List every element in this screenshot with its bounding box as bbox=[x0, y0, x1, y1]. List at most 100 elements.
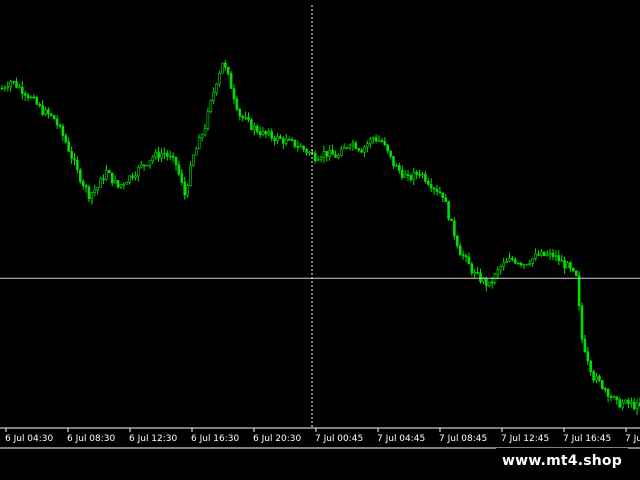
candle-body bbox=[328, 149, 332, 157]
candle-body bbox=[145, 164, 149, 167]
candle-body bbox=[73, 158, 76, 161]
candle-body bbox=[171, 155, 175, 158]
candle-body bbox=[258, 131, 262, 136]
candle-body bbox=[354, 142, 358, 149]
candle-body bbox=[606, 388, 610, 397]
candle-body bbox=[87, 186, 91, 200]
candle-body bbox=[70, 150, 73, 159]
candle-body bbox=[18, 86, 21, 89]
candle-body bbox=[293, 139, 297, 147]
candle-body bbox=[615, 396, 619, 400]
candle-body bbox=[131, 175, 134, 178]
candle-body bbox=[551, 252, 555, 257]
candle-body bbox=[534, 253, 537, 259]
candle-body bbox=[502, 262, 506, 267]
candle-body bbox=[557, 255, 561, 262]
candle-body bbox=[357, 148, 361, 151]
candle-body bbox=[316, 159, 320, 162]
time-tick-label: 7 Jul 04:45 bbox=[377, 434, 425, 444]
candle-body bbox=[313, 153, 317, 162]
candle-body bbox=[406, 174, 410, 176]
candle-body bbox=[363, 146, 366, 153]
candle-body bbox=[513, 259, 517, 264]
candle-body bbox=[163, 152, 166, 155]
candle-body bbox=[339, 148, 343, 156]
candle-body bbox=[525, 263, 529, 266]
candle-body bbox=[586, 351, 590, 362]
candle-body bbox=[516, 262, 520, 265]
candle-body bbox=[600, 380, 604, 389]
candle-body bbox=[9, 81, 12, 87]
candle-body bbox=[215, 83, 218, 93]
candle-body bbox=[49, 113, 53, 116]
candle-body bbox=[589, 360, 593, 372]
candle-body bbox=[221, 62, 224, 74]
candle-body bbox=[15, 81, 18, 88]
candle-body bbox=[44, 109, 47, 115]
candle-body bbox=[209, 100, 213, 112]
candle-body bbox=[334, 154, 337, 158]
candle-body bbox=[116, 180, 120, 188]
candle-body bbox=[284, 138, 288, 144]
candle-body bbox=[438, 191, 442, 194]
candle-body bbox=[206, 111, 210, 129]
candle-body bbox=[342, 147, 346, 150]
candle-body bbox=[624, 399, 627, 404]
candle-body bbox=[540, 251, 543, 256]
candle-body bbox=[108, 170, 111, 174]
candle-body bbox=[264, 131, 268, 135]
candle-body bbox=[424, 173, 427, 182]
candle-body bbox=[281, 138, 285, 144]
candle-body bbox=[467, 256, 471, 265]
candle-body bbox=[508, 258, 511, 262]
candle-body bbox=[81, 181, 85, 186]
price-chart[interactable]: 6 Jul 04:30 6 Jul 08:30 6 Jul 12:30 6 Jul 1… bbox=[0, 0, 640, 480]
candle-body bbox=[290, 139, 294, 141]
candle-body bbox=[299, 145, 303, 148]
candle-body bbox=[368, 138, 372, 144]
candle-body bbox=[226, 66, 230, 74]
candle-body bbox=[598, 376, 601, 381]
candle-body bbox=[276, 136, 279, 142]
candle-body bbox=[322, 151, 326, 158]
candle-body bbox=[592, 371, 595, 381]
candle-body bbox=[609, 396, 613, 398]
candle-body bbox=[371, 137, 375, 140]
candle-body bbox=[389, 150, 392, 157]
candle-body bbox=[47, 109, 50, 115]
candle-body bbox=[545, 253, 549, 256]
candle-body bbox=[366, 143, 369, 148]
candle-body bbox=[429, 184, 433, 189]
candle-body bbox=[461, 254, 465, 257]
candle-body bbox=[435, 188, 439, 193]
candle-body bbox=[531, 258, 535, 264]
candle-body bbox=[180, 173, 184, 183]
candle-body bbox=[67, 141, 70, 152]
candle-body bbox=[392, 156, 395, 167]
candle-body bbox=[93, 189, 97, 193]
candle-body bbox=[267, 131, 271, 135]
candle-body bbox=[157, 151, 160, 159]
candle-body bbox=[128, 175, 131, 183]
candles-layer bbox=[0, 60, 640, 415]
candle-body bbox=[110, 172, 114, 184]
candle-body bbox=[395, 165, 398, 167]
candle-body bbox=[473, 271, 477, 274]
candle-body bbox=[96, 186, 99, 191]
candle-body bbox=[499, 265, 503, 271]
time-tick-label: 6 Jul 16:30 bbox=[191, 434, 240, 444]
candle-body bbox=[105, 170, 108, 181]
candle-body bbox=[142, 164, 146, 167]
chart-area[interactable]: 6 Jul 04:30 6 Jul 08:30 6 Jul 12:30 6 Jul 1… bbox=[0, 0, 640, 480]
candle-body bbox=[348, 144, 352, 148]
candle-body bbox=[383, 141, 387, 146]
candle-body bbox=[464, 255, 468, 258]
candle-body bbox=[168, 155, 172, 158]
candle-body bbox=[542, 251, 546, 256]
candle-body bbox=[374, 137, 378, 142]
candle-body bbox=[308, 151, 311, 154]
candle-body bbox=[627, 399, 630, 404]
candle-body bbox=[90, 192, 94, 200]
candle-body bbox=[35, 97, 39, 105]
time-tick-label: 7 Jul 00:45 bbox=[315, 434, 363, 444]
